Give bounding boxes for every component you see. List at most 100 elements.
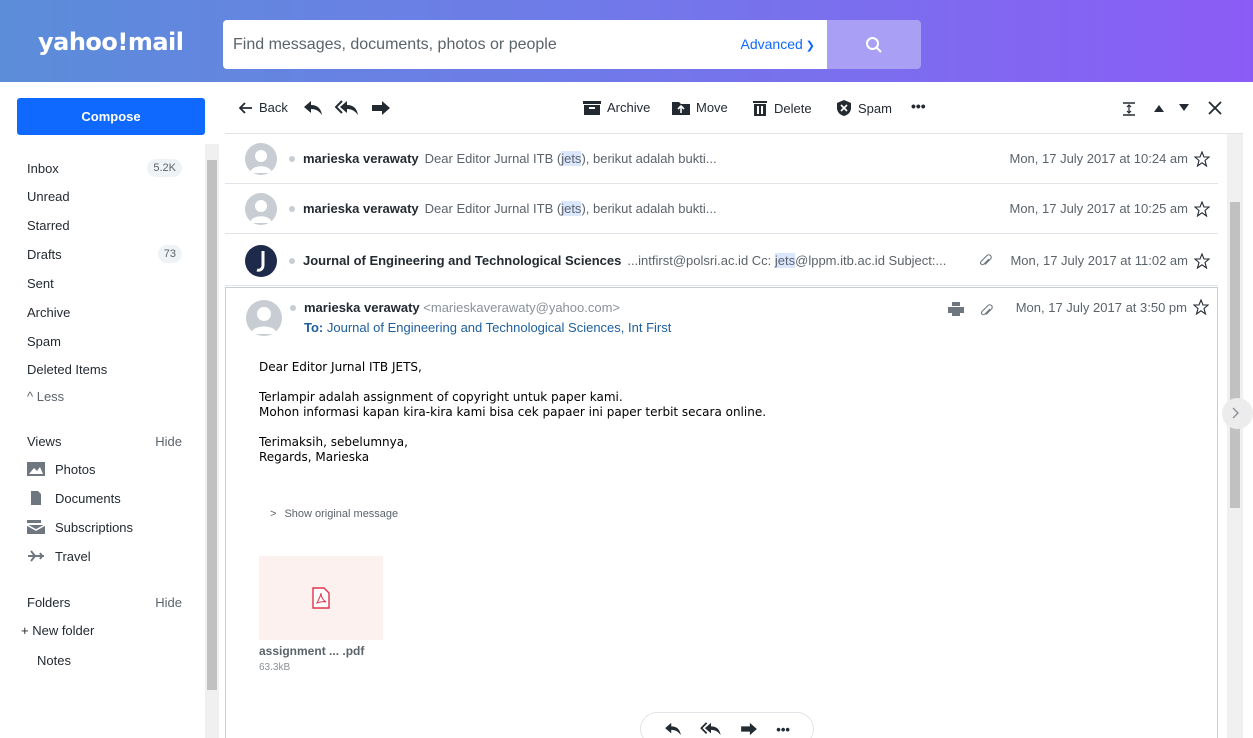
message-list-scrollbar-thumb[interactable] <box>1230 202 1240 508</box>
sidebar-item-label: Inbox <box>27 160 59 176</box>
message-list-scrollbar[interactable] <box>1227 134 1243 738</box>
sender-name: marieska verawaty <box>303 151 419 166</box>
message-sender: marieska verawaty Dear Editor Jurnal ITB … <box>303 201 717 216</box>
reply-icon[interactable] <box>664 722 682 736</box>
search-button[interactable] <box>827 20 921 69</box>
unread-dot[interactable] <box>289 205 295 212</box>
side-panel-toggle[interactable] <box>1222 398 1253 429</box>
folders-hide-link[interactable]: Hide <box>155 595 182 610</box>
sidebar-item-sent[interactable]: Sent <box>27 271 182 295</box>
star-icon[interactable] <box>1194 252 1210 269</box>
sender-name[interactable]: marieska verawaty <box>304 300 420 315</box>
sidebar-item-unread[interactable]: Unread <box>27 184 182 208</box>
sidebar-item-label: Travel <box>55 548 91 564</box>
unread-dot[interactable] <box>289 155 295 162</box>
sidebar: Compose Inbox 5.2K Unread Starred Drafts… <box>0 82 220 738</box>
reply-icon <box>304 101 322 115</box>
reply-all-icon[interactable] <box>700 722 722 736</box>
next-message-button[interactable] <box>1179 104 1195 112</box>
sidebar-item-label: Unread <box>27 188 70 204</box>
search-highlight: jets <box>561 201 582 216</box>
unread-dot[interactable] <box>290 305 296 311</box>
new-folder-button[interactable]: + New folder <box>21 618 176 642</box>
message-snippet: Dear Editor Jurnal ITB (jets), berikut a… <box>425 201 717 216</box>
sidebar-item-label: Spam <box>27 333 61 349</box>
sidebar-item-deleted[interactable]: Deleted Items <box>27 357 182 381</box>
previous-message-button[interactable] <box>1154 104 1170 112</box>
sidebar-item-label: Documents <box>55 490 121 506</box>
forward-button[interactable] <box>371 100 397 116</box>
delete-button[interactable]: Delete <box>752 100 812 116</box>
sender-name: Journal of Engineering and Technological… <box>303 253 622 268</box>
move-label: Move <box>696 100 728 115</box>
sidebar-less-toggle[interactable]: ^ Less <box>27 384 182 408</box>
more-actions-button[interactable]: ••• <box>911 98 926 114</box>
avatar <box>245 244 277 277</box>
reply-all-button[interactable] <box>335 100 365 116</box>
caret-down-icon <box>1179 104 1189 111</box>
search-highlight: jets <box>561 151 582 166</box>
default-avatar-icon <box>250 149 272 173</box>
sidebar-item-notes[interactable]: Notes <box>37 648 192 672</box>
message-row[interactable]: Journal of Engineering and Technological… <box>225 236 1218 286</box>
forward-icon <box>372 101 390 115</box>
sidebar-item-label: + New folder <box>21 622 95 638</box>
sidebar-item-label: ^ Less <box>27 388 65 404</box>
message-recipients: To: Journal of Engineering and Technolog… <box>304 320 671 335</box>
sidebar-item-drafts[interactable]: Drafts 73 <box>27 242 182 266</box>
sidebar-item-spam[interactable]: Spam <box>27 329 182 353</box>
views-hide-link[interactable]: Hide <box>155 434 182 449</box>
views-label: Views <box>27 433 62 449</box>
reply-button[interactable] <box>303 100 329 116</box>
sidebar-item-starred[interactable]: Starred <box>27 213 182 237</box>
advanced-search-toggle[interactable]: Advanced ❯ <box>741 36 816 52</box>
star-icon[interactable] <box>1193 299 1209 315</box>
chevron-down-icon: ❯ <box>805 40 815 52</box>
sidebar-item-documents[interactable]: Documents <box>27 486 182 510</box>
sender-email: <marieskaverawaty@yahoo.com> <box>423 300 621 315</box>
attachment-preview[interactable] <box>259 556 383 640</box>
sidebar-item-label: Notes <box>37 652 71 668</box>
sidebar-item-archive[interactable]: Archive <box>27 300 182 324</box>
avatar <box>246 300 282 336</box>
open-message: marieska verawaty <marieskaverawaty@yaho… <box>225 287 1218 738</box>
message-row[interactable]: marieska verawaty Dear Editor Jurnal ITB … <box>225 184 1218 234</box>
forward-icon[interactable] <box>740 722 758 736</box>
unread-dot[interactable] <box>289 257 295 264</box>
move-folder-icon <box>672 101 690 115</box>
collapse-all-button[interactable] <box>1122 102 1142 116</box>
yahoo-mail-logo[interactable]: yahoo!mail <box>38 28 184 56</box>
app-header: yahoo!mail Advanced❯ <box>0 0 1253 82</box>
show-original-link[interactable]: > Show original message <box>270 508 398 520</box>
message-row[interactable]: marieska verawaty Dear Editor Jurnal ITB … <box>225 134 1218 184</box>
snippet-text: ...intfirst@polsri.ac.id Cc: <box>627 253 775 268</box>
folders-label: Folders <box>27 594 71 610</box>
sidebar-item-photos[interactable]: Photos <box>27 457 182 481</box>
attachment-name[interactable]: assignment ... .pdf <box>259 644 364 658</box>
close-button[interactable] <box>1208 101 1228 115</box>
default-avatar-icon <box>250 199 272 223</box>
sidebar-item-label: Subscriptions <box>55 519 134 535</box>
sidebar-item-label: Photos <box>55 461 96 477</box>
star-icon[interactable] <box>1194 200 1210 217</box>
sidebar-item-travel[interactable]: Travel <box>27 544 182 568</box>
compose-button[interactable]: Compose <box>17 98 205 135</box>
sidebar-item-label: Drafts <box>27 246 62 262</box>
search-input[interactable] <box>233 20 713 69</box>
sidebar-item-inbox[interactable]: Inbox 5.2K <box>27 156 182 180</box>
sidebar-item-subscriptions[interactable]: Subscriptions <box>27 515 182 539</box>
archive-button[interactable]: Archive <box>583 100 650 115</box>
sidebar-scrollbar[interactable] <box>205 144 219 738</box>
sidebar-scrollbar-thumb[interactable] <box>207 160 217 690</box>
to-value[interactable]: Journal of Engineering and Technological… <box>327 320 671 335</box>
star-icon[interactable] <box>1194 150 1210 167</box>
attachment-size: 63.3kB <box>259 662 291 673</box>
move-button[interactable]: Move <box>672 100 728 115</box>
snippet-text: Dear Editor Jurnal ITB ( <box>424 201 562 216</box>
print-icon[interactable] <box>948 302 964 316</box>
search-box: Advanced❯ <box>223 20 827 69</box>
more-actions-button[interactable]: ••• <box>776 722 790 737</box>
spam-button[interactable]: Spam <box>836 100 892 116</box>
archive-label: Archive <box>607 100 651 115</box>
back-button[interactable]: Back <box>239 100 288 115</box>
